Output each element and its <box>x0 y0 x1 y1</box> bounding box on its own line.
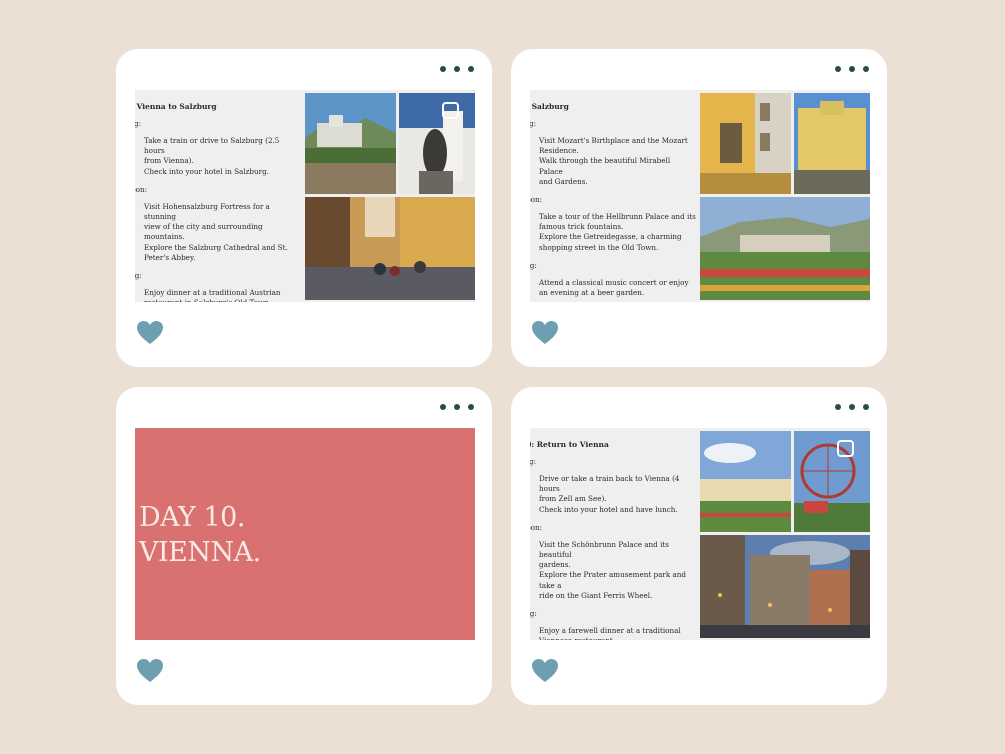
section-evening: ening: Enjoy dinner at a traditional Aus… <box>135 271 301 302</box>
section-afternoon: ernoon: Visit Hohensalzburg Fortress for… <box>135 185 301 263</box>
section-text: Visit Mozart's Birthplace and the Mozart… <box>539 136 688 186</box>
slide-image: y 3: Vienna to Salzburg rning: Take a tr… <box>135 90 475 302</box>
photo-mozart-birthplace <box>700 93 791 194</box>
section-label: ening: <box>530 260 537 270</box>
section-afternoon: ernoon: Visit the Schönbrunn Palace and … <box>530 523 696 601</box>
heart-icon[interactable] <box>137 321 163 345</box>
photo-schonbrunn-palace <box>700 431 791 532</box>
section-text: Enjoy a farewell dinner at a traditional… <box>539 626 681 640</box>
section-label: ening: <box>135 271 142 281</box>
section-morning: rning: Drive or take a train back to Vie… <box>530 457 696 515</box>
itinerary-text: y 3: Vienna to Salzburg rning: Take a tr… <box>135 90 301 302</box>
itinerary-title: y 3: Vienna to Salzburg <box>135 102 217 111</box>
section-afternoon: ernoon: Take a tour of the Hellbrunn Pal… <box>530 195 696 253</box>
more-options-icon[interactable] <box>835 404 869 410</box>
section-morning: rning: Visit Mozart's Birthplace and the… <box>530 119 696 187</box>
section-label: rning: <box>135 119 142 128</box>
photo-mirabell-gardens <box>700 197 870 300</box>
itinerary-text: y 4: Salzburg rning: Visit Mozart's Birt… <box>530 90 696 302</box>
title-line-day: DAY 10. <box>139 502 245 533</box>
photo-fortress <box>305 93 396 194</box>
section-label: ening: <box>530 609 537 619</box>
photo-giant-ferris-wheel <box>794 431 870 532</box>
section-text: Visit Hohensalzburg Fortress for a stunn… <box>144 201 288 262</box>
section-evening: ening: Attend a classical music concert … <box>530 261 696 298</box>
section-morning: rning: Take a train or drive to Salzburg… <box>135 119 301 177</box>
more-options-icon[interactable] <box>835 66 869 72</box>
section-text: Take a train or drive to Salzburg (2.5 h… <box>144 136 280 176</box>
photo-mozart-residence <box>794 93 870 194</box>
itinerary-title: y 4: Salzburg <box>530 102 569 111</box>
title-line-city: VIENNA. <box>139 537 261 568</box>
heart-icon[interactable] <box>532 659 558 683</box>
itinerary-text: y 10: Return to Vienna rning: Drive or t… <box>530 428 696 640</box>
post-card-day-3: y 3: Vienna to Salzburg rning: Take a tr… <box>116 49 492 367</box>
section-label: ernoon: <box>530 195 543 205</box>
photo-cathedral <box>399 93 475 194</box>
more-options-icon[interactable] <box>440 404 474 410</box>
section-evening: ening: Enjoy a farewell dinner at a trad… <box>530 609 696 640</box>
heart-icon[interactable] <box>137 659 163 683</box>
title-slide-heading: DAY 10. VIENNA. <box>139 500 261 570</box>
section-text: Visit the Schönbrunn Palace and its beau… <box>539 539 686 600</box>
heart-icon[interactable] <box>532 321 558 345</box>
photo-old-town-street <box>305 197 475 300</box>
itinerary-title: y 10: Return to Vienna <box>530 440 609 449</box>
title-slide: DAY 10. VIENNA. <box>135 428 475 640</box>
post-card-day-4: y 4: Salzburg rning: Visit Mozart's Birt… <box>511 49 887 367</box>
share-square-icon[interactable] <box>837 440 854 457</box>
slide-image: y 4: Salzburg rning: Visit Mozart's Birt… <box>530 90 870 302</box>
photo-vienna-street <box>700 535 870 638</box>
section-text: Drive or take a train back to Vienna (4 … <box>539 474 680 514</box>
section-text: Attend a classical music concert or enjo… <box>539 277 689 298</box>
post-card-day-10-title: DAY 10. VIENNA. <box>116 387 492 705</box>
section-text: Take a tour of the Hellbrunn Palace and … <box>539 212 696 252</box>
section-label: rning: <box>530 119 537 128</box>
section-label: ernoon: <box>530 522 543 532</box>
section-label: ernoon: <box>135 184 148 194</box>
share-square-icon[interactable] <box>442 102 459 119</box>
section-label: rning: <box>530 457 537 466</box>
more-options-icon[interactable] <box>440 66 474 72</box>
slide-image: y 10: Return to Vienna rning: Drive or t… <box>530 428 870 640</box>
post-card-day-10: y 10: Return to Vienna rning: Drive or t… <box>511 387 887 705</box>
section-text: Enjoy dinner at a traditional Austrian r… <box>144 288 281 302</box>
